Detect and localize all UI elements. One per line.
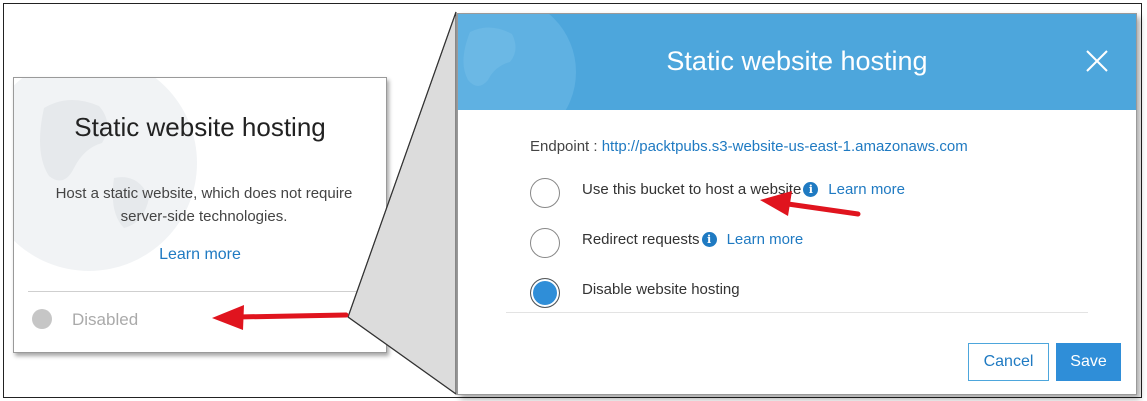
cancel-button[interactable]: Cancel (968, 343, 1049, 381)
endpoint-label: Endpoint : (530, 138, 602, 155)
modal-header: Static website hosting (458, 14, 1136, 110)
card-description: Host a static website, which does not re… (55, 185, 353, 225)
static-hosting-card[interactable]: Static website hosting Host a static web… (13, 77, 387, 353)
radio-icon[interactable] (530, 178, 560, 208)
screenshot-frame: Static website hosting Host a static web… (3, 3, 1142, 398)
close-icon[interactable] (1084, 48, 1110, 74)
status-dot-icon (32, 309, 52, 329)
option-learn-more-link[interactable]: Learn more (828, 181, 905, 198)
card-title: Static website hosting (74, 112, 326, 142)
modal-title: Static website hosting (666, 46, 928, 76)
save-button[interactable]: Save (1056, 343, 1121, 381)
option-learn-more-link[interactable]: Learn more (727, 231, 804, 248)
card-learn-more-link[interactable]: Learn more (14, 246, 386, 264)
option-label: Disable website hosting (582, 281, 740, 298)
status-text: Disabled (72, 310, 139, 329)
info-icon[interactable]: i (701, 232, 717, 247)
card-divider (28, 291, 374, 292)
modal-divider (506, 312, 1088, 313)
static-hosting-modal: Static website hosting Endpoint : http:/… (457, 13, 1137, 395)
option-label: Use this bucket to host a website (582, 181, 802, 198)
endpoint-row: Endpoint : http://packtpubs.s3-website-u… (530, 138, 968, 155)
option-label: Redirect requests (582, 231, 700, 248)
radio-icon[interactable] (530, 228, 560, 258)
radio-selected-icon[interactable] (530, 278, 560, 308)
info-icon[interactable]: i (803, 182, 819, 197)
endpoint-url-link[interactable]: http://packtpubs.s3-website-us-east-1.am… (602, 138, 968, 155)
